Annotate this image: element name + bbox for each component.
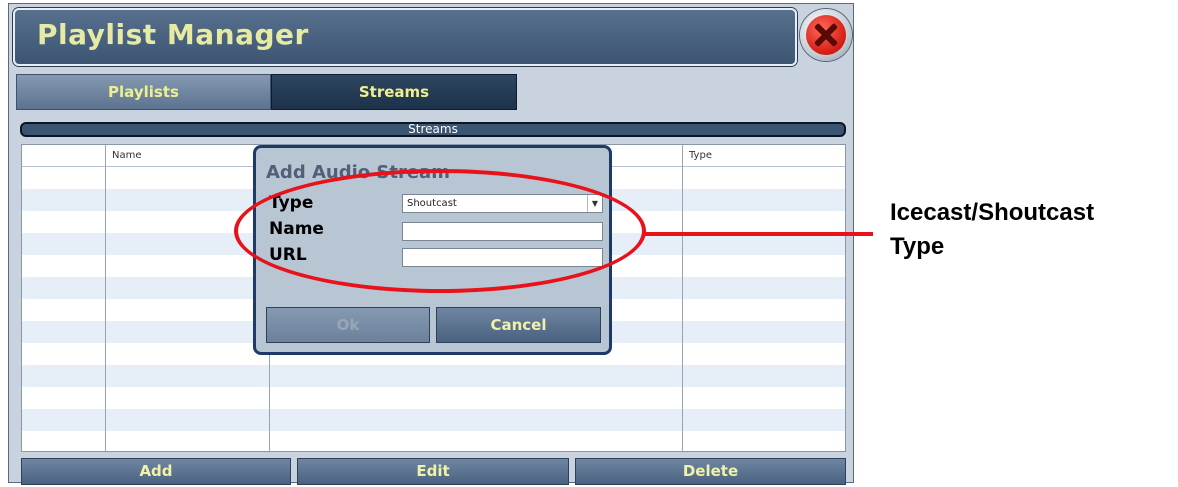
- column-header-type: Type: [689, 150, 712, 161]
- column-divider: [105, 145, 106, 451]
- ok-button[interactable]: Ok: [266, 307, 430, 343]
- table-row[interactable]: [22, 387, 845, 409]
- delete-button[interactable]: Delete: [575, 458, 846, 485]
- window-title: Playlist Manager: [37, 18, 309, 51]
- table-row[interactable]: [22, 431, 845, 451]
- highlight-ellipse: [234, 169, 646, 293]
- tab-streams[interactable]: Streams: [271, 74, 517, 110]
- streams-panel-header: Streams: [20, 122, 846, 137]
- table-row[interactable]: [22, 409, 845, 431]
- tab-playlists[interactable]: Playlists: [16, 74, 271, 110]
- edit-button[interactable]: Edit: [297, 458, 569, 485]
- table-row[interactable]: [22, 365, 845, 387]
- title-bar: Playlist Manager: [13, 8, 797, 66]
- callout-line-1: Icecast/Shoutcast: [890, 199, 1095, 226]
- cancel-button[interactable]: Cancel: [436, 307, 601, 343]
- callout-line-2: Type: [890, 233, 945, 260]
- close-icon: [806, 15, 846, 55]
- column-divider: [682, 145, 683, 451]
- callout-text: Icecast/Shoutcast Type: [890, 196, 1094, 264]
- add-button[interactable]: Add: [21, 458, 291, 485]
- close-button[interactable]: [800, 9, 852, 61]
- callout-line: [643, 232, 873, 236]
- column-header-name: Name: [112, 150, 142, 161]
